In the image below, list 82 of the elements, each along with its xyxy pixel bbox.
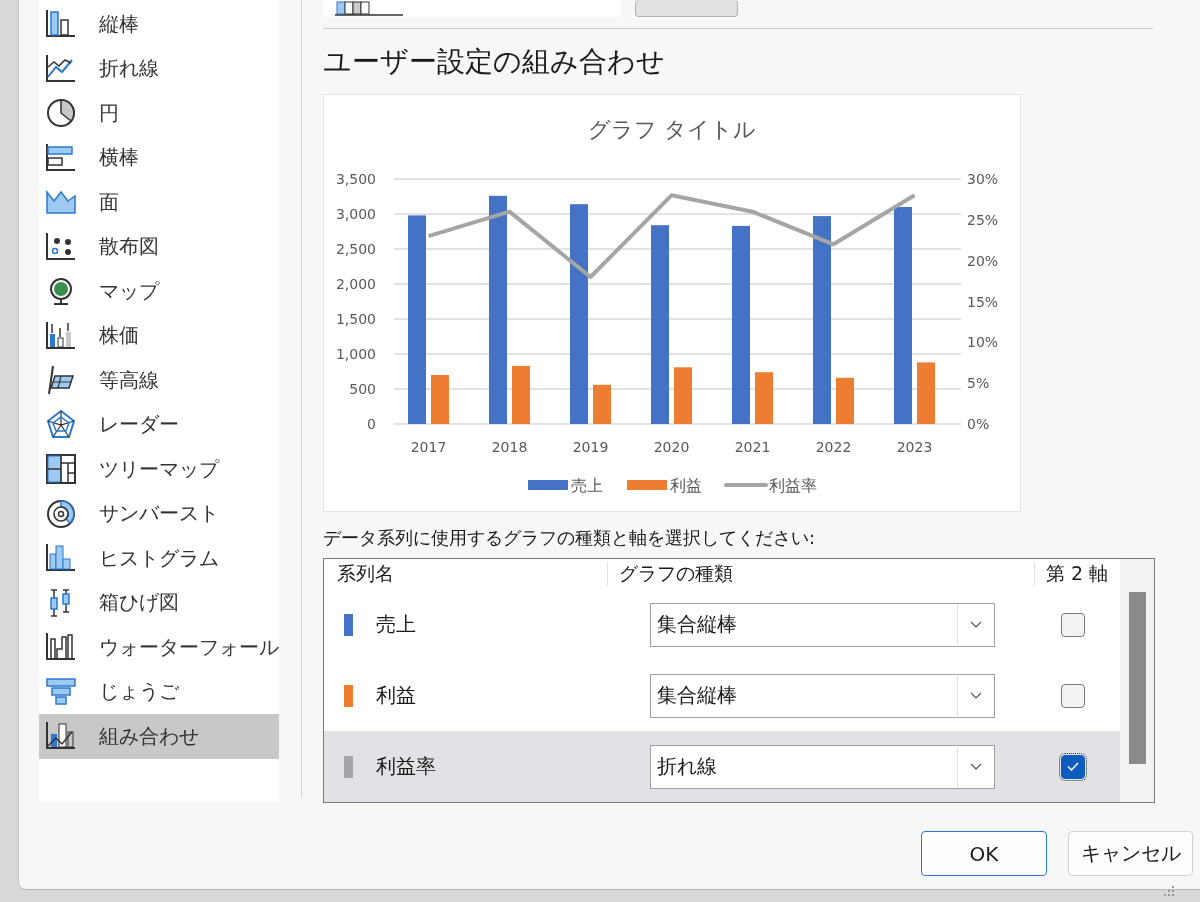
chart-type-item[interactable]: サンバースト — [39, 491, 279, 536]
axis-label: 15% — [967, 293, 999, 310]
axis-label: 2,500 — [335, 241, 376, 257]
series-name: 売上 — [376, 611, 417, 638]
chart-type-item[interactable]: 折れ線 — [39, 46, 279, 91]
chart-type-item[interactable]: 円 — [39, 91, 279, 136]
chart-type-dropdown[interactable]: 折れ線 — [650, 744, 995, 789]
funnel-chart-icon — [45, 675, 77, 708]
chart-type-item[interactable]: じょうご — [39, 669, 279, 714]
axis-label: 2,000 — [335, 276, 376, 292]
axis-label: 2020 — [653, 439, 690, 455]
chart-type-item[interactable]: 等高線 — [39, 358, 279, 403]
chart-type-item[interactable]: ツリーマップ — [39, 447, 279, 492]
axis-label: 2022 — [815, 439, 852, 455]
scatter-chart-icon — [45, 230, 77, 263]
surface-chart-icon — [45, 364, 77, 397]
column-header: 系列名 — [337, 561, 395, 586]
chart-type-item[interactable]: 株価 — [39, 313, 279, 358]
checkbox[interactable] — [1061, 754, 1085, 779]
axis-label: 3,500 — [335, 171, 376, 187]
axis-label: 25% — [967, 211, 999, 228]
series-name: 利益 — [376, 682, 417, 709]
axis-label: 500 — [349, 381, 376, 397]
checkbox[interactable] — [1061, 683, 1085, 708]
axis-label: 2018 — [491, 439, 528, 455]
chart-type-item[interactable]: ヒストグラム — [39, 536, 279, 581]
chart-type-item[interactable]: 縦棒 — [39, 2, 279, 47]
legend-label: 利益率 — [769, 476, 817, 495]
axis-label: 0 — [367, 416, 376, 432]
axis-label: 1,000 — [335, 346, 376, 362]
column-header: グラフの種類 — [619, 561, 734, 586]
resize-grip-icon[interactable] — [1163, 885, 1175, 897]
axis-label: 10% — [967, 334, 999, 351]
chevron-down-icon — [970, 763, 982, 770]
column-header: 第 2 軸 — [1046, 561, 1109, 586]
chart-type-item[interactable]: マップ — [39, 269, 279, 314]
legend-label: 売上 — [571, 476, 603, 495]
series-row[interactable]: 売上 集合縦棒 — [324, 589, 1120, 660]
series-row[interactable]: 利益率 折れ線 — [324, 731, 1120, 802]
bar-chart-icon — [45, 141, 77, 174]
chart-type-dropdown[interactable]: 集合縦棒 — [650, 602, 995, 647]
pie-chart-icon — [45, 97, 77, 130]
legend-item: 利益率 — [724, 476, 817, 495]
axis-label: 2023 — [896, 439, 933, 455]
chart-type-dropdown[interactable]: 集合縦棒 — [650, 673, 995, 718]
chart-type-item[interactable]: 箱ひげ図 — [39, 580, 279, 625]
legend-label: 利益 — [670, 476, 702, 495]
axis-label: 3,000 — [335, 206, 376, 222]
axis-label: 0% — [967, 416, 990, 432]
chart-type-item[interactable]: 面 — [39, 180, 279, 225]
axis-label: 1,500 — [335, 311, 376, 327]
axis-label: 30% — [967, 171, 999, 187]
axis-label: 20% — [967, 252, 999, 269]
series-name: 利益率 — [376, 753, 437, 780]
chart-type-item[interactable]: ウォーターフォール — [39, 625, 279, 670]
series-row[interactable]: 利益 集合縦棒 — [324, 660, 1120, 731]
section-heading: ユーザー設定の組み合わせ — [323, 44, 666, 80]
chart-preview-thumbnail[interactable] — [323, 0, 621, 17]
axis-label: 2021 — [734, 439, 771, 455]
axis-label: 2019 — [572, 439, 609, 455]
scrollbar[interactable] — [1120, 559, 1154, 802]
treemap-icon — [45, 453, 77, 486]
chart-type-item[interactable]: 横棒 — [39, 135, 279, 180]
checkbox[interactable] — [1061, 612, 1085, 637]
chevron-down-icon — [970, 692, 982, 699]
legend-item: 売上 — [528, 476, 603, 495]
ok-button[interactable]: OK — [921, 831, 1047, 876]
chart-type-item[interactable]: レーダー — [39, 402, 279, 447]
instruction-text: データ系列に使用するグラフの種類と軸を選択してください: — [323, 526, 817, 550]
cancel-button[interactable]: キャンセル — [1068, 831, 1193, 876]
axis-label: 2017 — [410, 439, 447, 455]
stock-chart-icon — [45, 319, 77, 352]
checkmark-icon — [1067, 762, 1079, 771]
legend-item: 利益 — [627, 476, 702, 495]
line-chart-icon — [45, 52, 77, 85]
chart-type-item[interactable]: 組み合わせ — [39, 714, 279, 759]
axis-label: 5% — [967, 375, 990, 392]
sunburst-icon — [45, 497, 77, 530]
radar-chart-icon — [45, 408, 77, 441]
chart-type-item[interactable]: 散布図 — [39, 224, 279, 269]
chart-title: グラフ タイトル — [588, 117, 756, 142]
chevron-down-icon — [970, 621, 982, 628]
